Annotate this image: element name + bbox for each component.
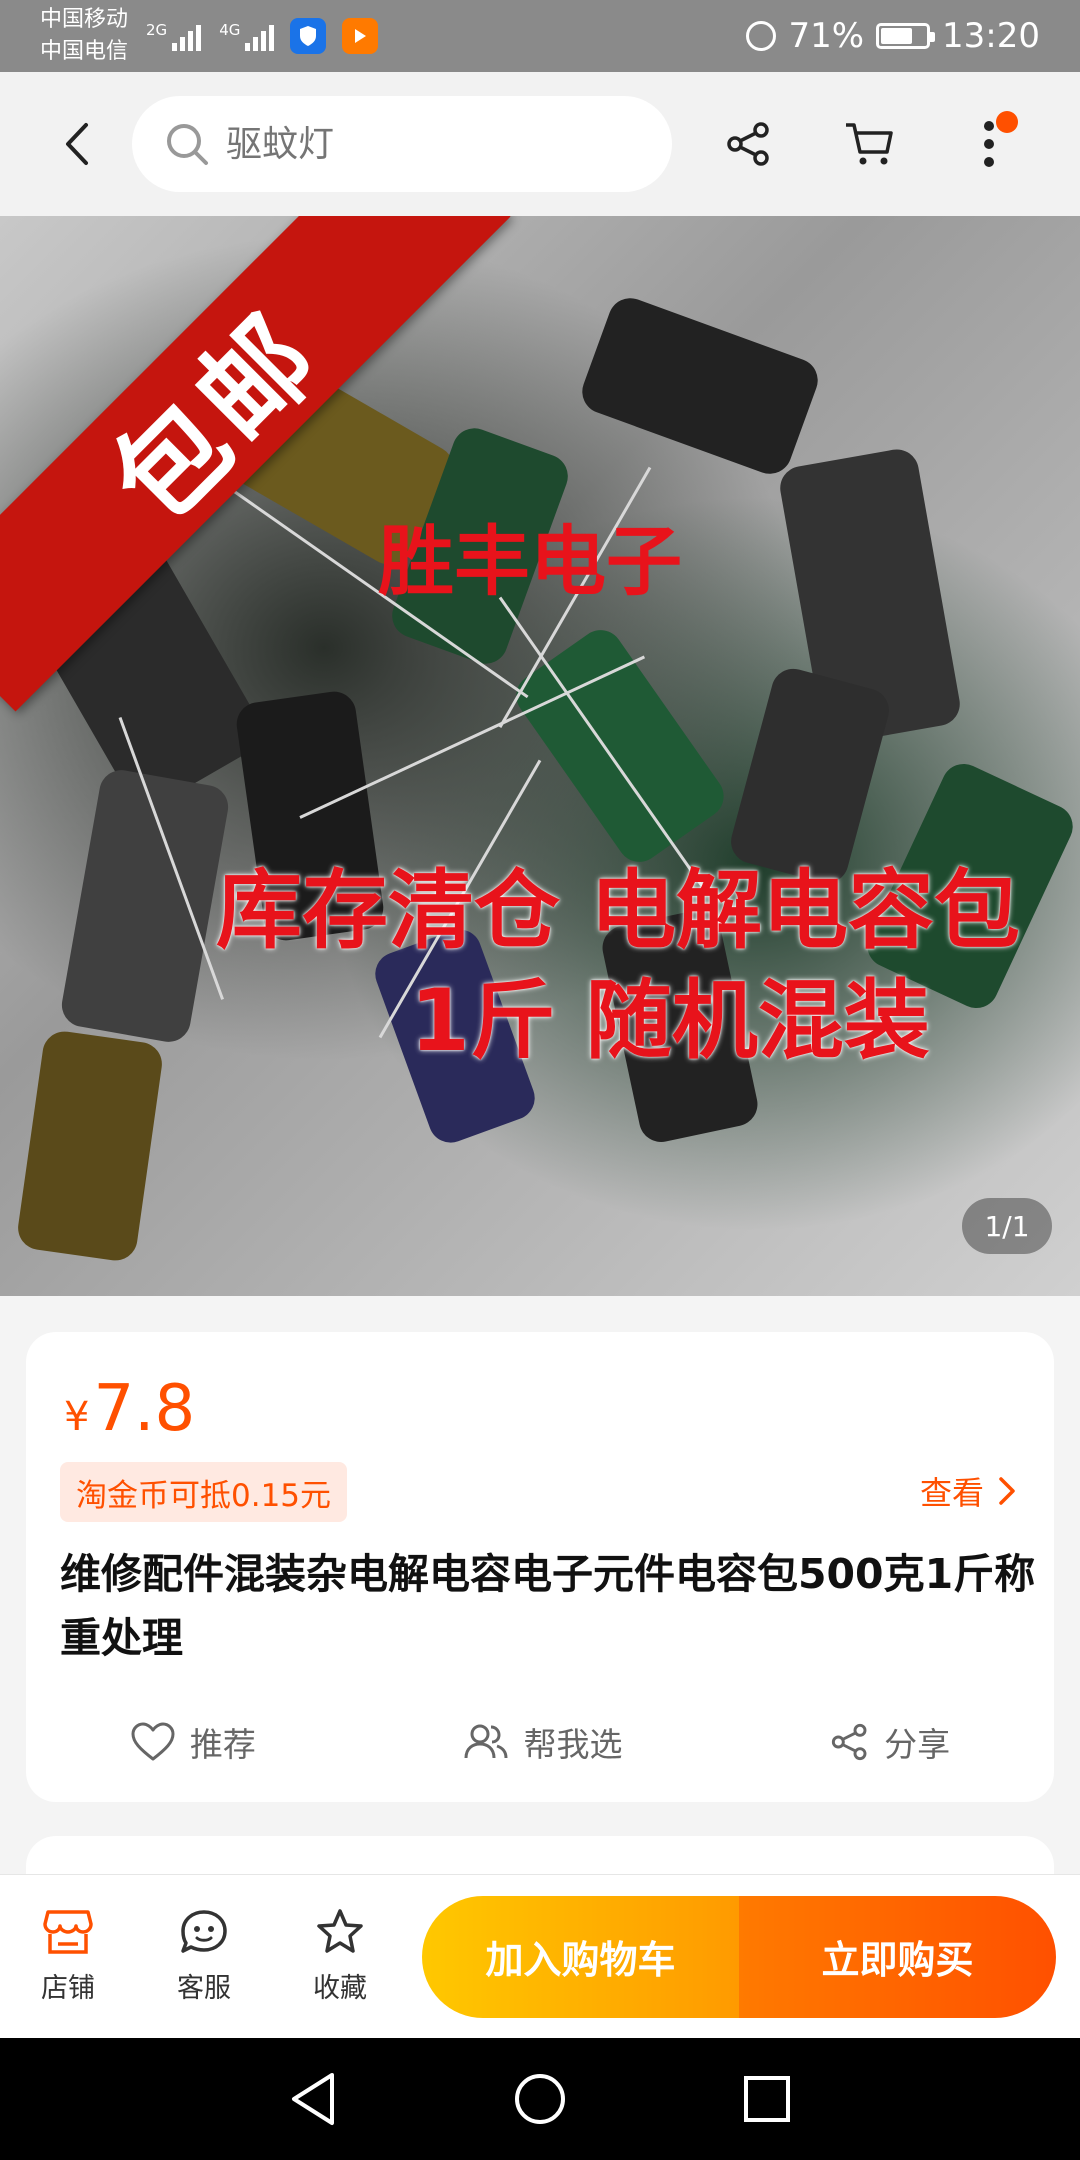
hero-brand-text: 胜丰电子 (378, 517, 682, 606)
add-to-cart-button[interactable]: 加入购物车 (422, 1895, 739, 2018)
product-title: 维修配件混装杂电解电容电子元件电容包500克1斤称重处理 (60, 1550, 1036, 1662)
currency-symbol: ¥ (64, 1394, 90, 1440)
coin-discount-badge[interactable]: 淘金币可抵0.15元 (60, 1462, 348, 1522)
carrier-2: 中国电信 (40, 39, 129, 64)
search-input[interactable] (226, 123, 646, 165)
nav-home-icon[interactable] (513, 2072, 567, 2126)
battery-icon (876, 23, 936, 49)
more-menu-button[interactable] (954, 109, 1024, 179)
chevron-right-icon (999, 1477, 1015, 1505)
tab-store-label: 店铺 (41, 1973, 95, 2004)
cart-icon (846, 123, 893, 165)
star-icon (317, 1909, 363, 1953)
nav-back-icon[interactable] (288, 2071, 338, 2127)
recommend-label: 推荐 (189, 1725, 256, 1764)
clock: 13:20 (942, 16, 1040, 56)
tab-customer-service-label: 客服 (177, 1973, 231, 2004)
system-navigation-bar (0, 2038, 1080, 2160)
status-bar: 中国移动 中国电信 2G 4G 71% 13:20 (0, 0, 1080, 72)
help-me-choose-button[interactable]: 帮我选 (463, 1712, 622, 1772)
more-vertical-icon (984, 121, 994, 167)
signal-2-icon: 4G (219, 21, 275, 51)
people-icon (464, 1724, 508, 1759)
hero-headline-2: 1斤 随机混装 (410, 971, 930, 1071)
battery-percent: 71% (788, 16, 865, 56)
store-icon (43, 1910, 93, 1954)
chevron-left-icon (66, 123, 88, 165)
share-product-button[interactable]: 分享 (830, 1712, 950, 1772)
share-icon (832, 1723, 867, 1761)
image-pager: 1/1 (962, 1198, 1052, 1254)
share-button[interactable] (714, 109, 784, 179)
price-value: 7.8 (93, 1372, 196, 1446)
notification-dot (996, 111, 1018, 133)
carrier-names: 中国移动 中国电信 (40, 4, 128, 68)
purchase-buttons: 加入购物车 立即购买 (422, 1895, 1056, 2018)
nav-recents-icon[interactable] (742, 2074, 792, 2124)
cart-button[interactable] (834, 109, 904, 179)
alarm-icon (746, 21, 777, 51)
back-button[interactable] (42, 109, 112, 179)
signal-2-label: 4G (219, 21, 241, 39)
price: ¥ 7.8 (64, 1372, 195, 1446)
hero-headline-1: 库存清仓 电解电容包 (216, 861, 1020, 961)
signal-1-label: 2G (146, 21, 168, 39)
shield-app-icon (290, 18, 327, 54)
tab-customer-service[interactable]: 客服 (136, 1908, 272, 2005)
product-image[interactable]: 包邮 (0, 216, 1080, 1296)
tab-store[interactable]: 店铺 (0, 1908, 136, 2005)
product-info-card: ¥ 7.8 淘金币可抵0.15元 查看 维修配件混装杂电解电容电子元件电容包50… (26, 1332, 1054, 1802)
view-label: 查看 (919, 1474, 984, 1512)
product-actions: 推荐 帮我选 分享 (26, 1712, 1054, 1772)
buy-now-button[interactable]: 立即购买 (739, 1895, 1056, 2018)
play-app-icon (342, 18, 379, 54)
share-label: 分享 (884, 1725, 951, 1764)
top-nav (0, 72, 1080, 216)
share-icon (727, 122, 769, 166)
bottom-action-bar: 店铺 客服 收藏 加入购物车 立即购买 (0, 1874, 1080, 2038)
signal-1-icon: 2G (146, 21, 202, 51)
service-icon (181, 1910, 227, 1953)
carrier-1: 中国移动 (40, 7, 129, 32)
heart-icon (131, 1722, 175, 1761)
tab-favorite-label: 收藏 (313, 1973, 367, 2004)
view-coin-button[interactable]: 查看 (920, 1468, 1016, 1514)
search-bar[interactable] (132, 96, 672, 192)
tab-favorite[interactable]: 收藏 (272, 1908, 408, 2005)
recommend-button[interactable]: 推荐 (130, 1712, 256, 1772)
help-me-choose-label: 帮我选 (523, 1725, 623, 1764)
search-icon (167, 124, 208, 165)
